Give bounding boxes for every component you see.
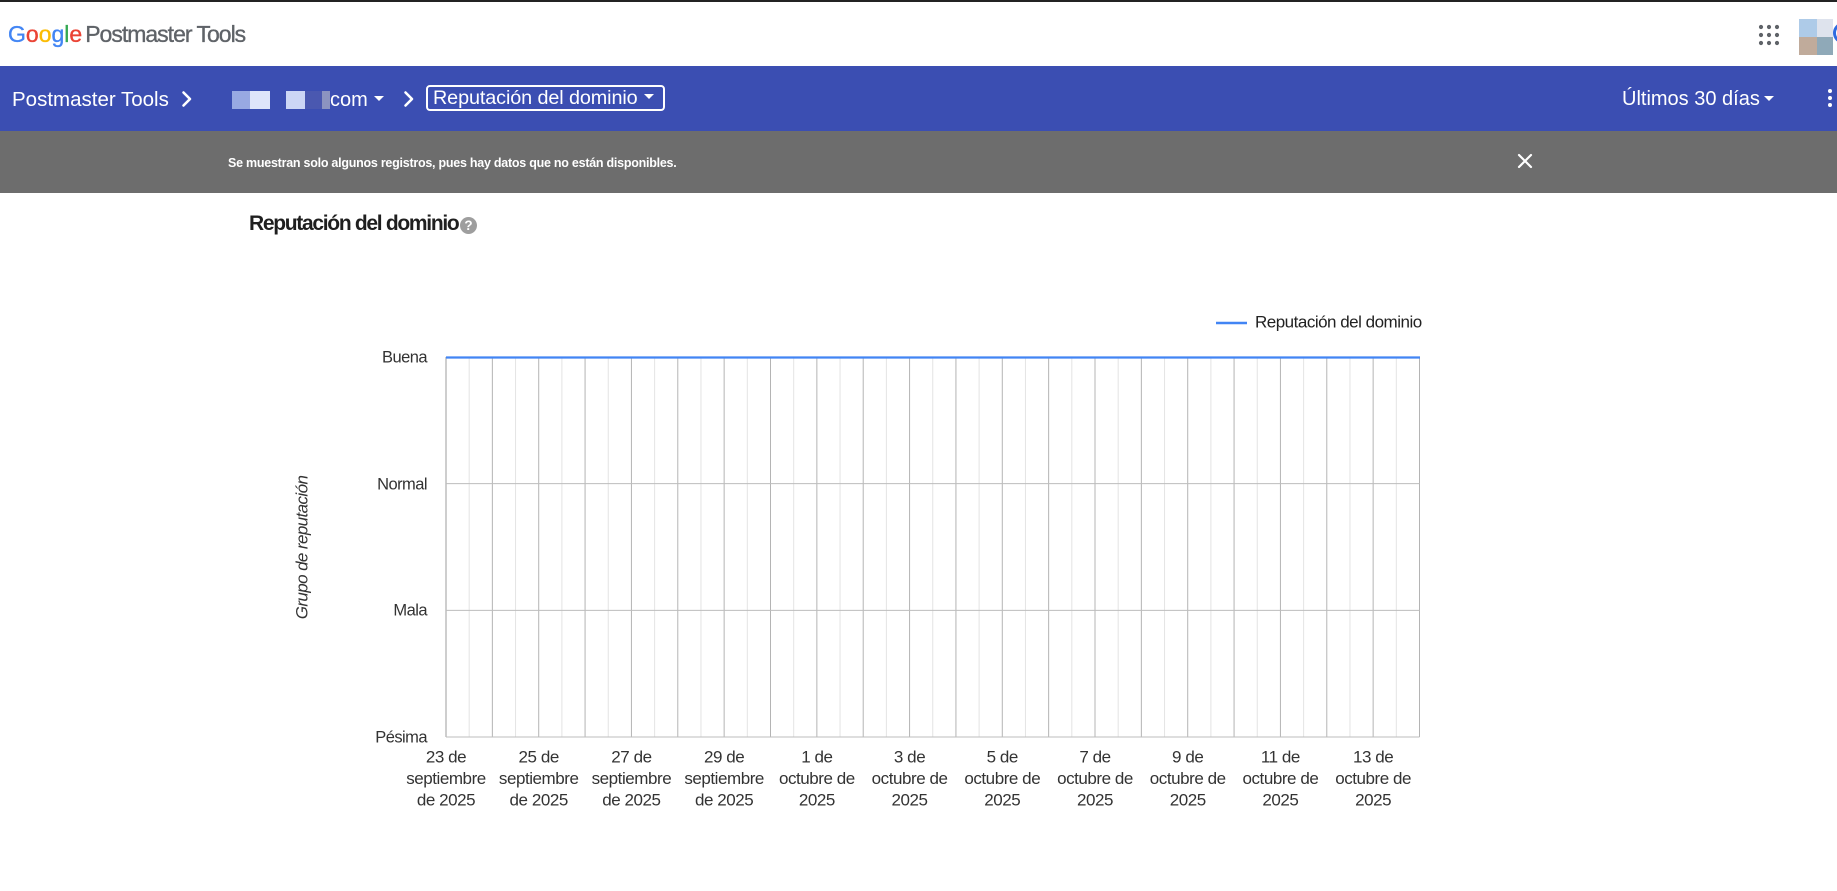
svg-text:13 de: 13 de [1353,748,1393,767]
svg-text:de 2025: de 2025 [417,791,475,810]
svg-text:2025: 2025 [984,791,1020,810]
svg-text:Mala: Mala [393,602,428,620]
svg-text:2025: 2025 [892,791,928,810]
svg-text:octubre de: octubre de [1057,769,1133,788]
svg-text:2025: 2025 [1077,791,1113,810]
svg-text:23 de: 23 de [426,748,466,767]
svg-text:de 2025: de 2025 [602,791,660,810]
svg-text:2025: 2025 [1355,791,1391,810]
svg-text:de 2025: de 2025 [695,791,753,810]
svg-text:Reputación del dominio: Reputación del dominio [1255,313,1422,332]
svg-text:27 de: 27 de [611,748,651,767]
svg-text:octubre de: octubre de [1243,769,1319,788]
svg-text:11 de: 11 de [1261,748,1300,767]
svg-text:octubre de: octubre de [1150,769,1226,788]
svg-text:septiembre: septiembre [499,769,579,788]
svg-text:octubre de: octubre de [779,769,855,788]
svg-text:Grupo de reputación: Grupo de reputación [293,476,312,620]
svg-text:septiembre: septiembre [406,769,486,788]
svg-text:7 de: 7 de [1079,748,1110,767]
svg-text:2025: 2025 [1262,791,1298,810]
svg-text:de 2025: de 2025 [510,791,568,810]
svg-text:9 de: 9 de [1172,748,1203,767]
svg-text:Normal: Normal [377,476,427,494]
svg-text:2025: 2025 [799,791,835,810]
svg-text:2025: 2025 [1170,791,1206,810]
svg-text:octubre de: octubre de [964,769,1040,788]
svg-text:29 de: 29 de [704,748,744,767]
svg-text:25 de: 25 de [519,748,559,767]
svg-text:septiembre: septiembre [684,769,764,788]
svg-text:septiembre: septiembre [592,769,672,788]
svg-text:5 de: 5 de [987,748,1018,767]
svg-text:octubre de: octubre de [872,769,948,788]
svg-text:Pésima: Pésima [375,729,428,747]
svg-text:1 de: 1 de [801,748,832,767]
svg-text:octubre de: octubre de [1335,769,1411,788]
svg-text:Buena: Buena [382,349,428,367]
svg-text:3 de: 3 de [894,748,925,767]
